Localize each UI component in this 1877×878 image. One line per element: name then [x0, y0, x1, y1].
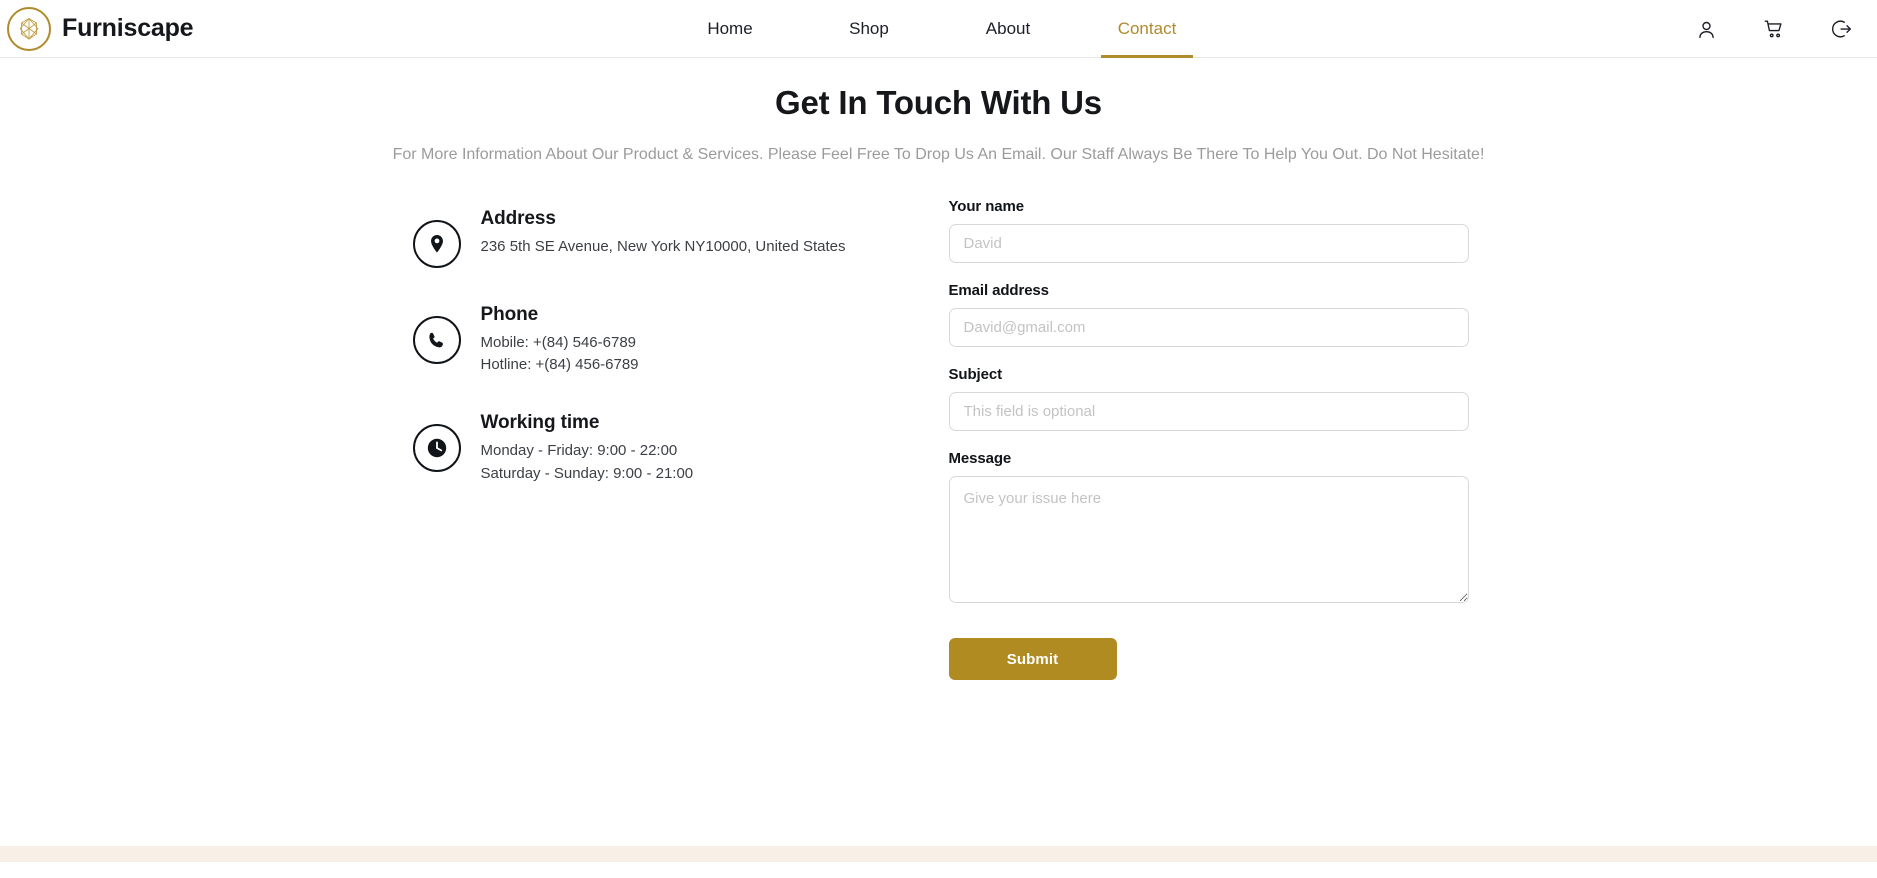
gem-polyhedron-logo-icon	[7, 6, 51, 51]
account-icon[interactable]	[1693, 16, 1719, 42]
footer-strip	[0, 846, 1877, 862]
label-your-name: Your name	[948, 198, 1025, 215]
label-message: Message	[948, 450, 1012, 467]
site-header: Furniscape Home Shop About Contact	[0, 0, 1877, 58]
field-subject: Subject	[948, 366, 1469, 431]
contact-info-text: Address 236 5th SE Avenue, New York NY10…	[481, 208, 846, 258]
field-email-address: Email address	[948, 282, 1469, 347]
message-textarea[interactable]	[948, 476, 1469, 603]
info-line-address-1: 236 5th SE Avenue, New York NY10000, Uni…	[480, 238, 846, 255]
info-line-phone-1: Mobile: +(84) 546-6789	[480, 334, 637, 351]
nav-item-home[interactable]: Home	[661, 0, 800, 58]
subject-input[interactable]	[948, 392, 1469, 431]
brand-logo-link[interactable]: Furniscape	[0, 6, 194, 51]
label-email-address: Email address	[948, 282, 1050, 299]
contact-page: Get In Touch With Us For More Informatio…	[0, 58, 1877, 862]
email-address-input[interactable]	[948, 308, 1469, 347]
contact-content: Address 236 5th SE Avenue, New York NY10…	[0, 164, 1877, 680]
field-message: Message	[948, 450, 1469, 608]
info-line-phone-2: Hotline: +(84) 456-6789	[480, 356, 639, 374]
page-title: Get In Touch With Us	[775, 84, 1102, 121]
page-subtitle: For More Information About Our Product &…	[392, 146, 1485, 163]
submit-button[interactable]: Submit	[948, 638, 1117, 680]
info-title-working-time: Working time	[480, 412, 600, 434]
contact-info-column: Address 236 5th SE Avenue, New York NY10…	[409, 198, 949, 680]
clock-icon	[412, 424, 461, 473]
nav-item-shop[interactable]: Shop	[800, 0, 939, 58]
contact-form: Your name Email address Subject Message …	[948, 198, 1469, 680]
main-navigation: Home Shop About Contact	[0, 0, 1877, 58]
info-line-working-time-2: Saturday - Sunday: 9:00 - 21:00	[480, 464, 694, 482]
logout-icon[interactable]	[1829, 16, 1855, 42]
header-actions	[1693, 0, 1855, 58]
contact-info-address: Address 236 5th SE Avenue, New York NY10…	[412, 208, 949, 268]
contact-info-text: Phone Mobile: +(84) 546-6789 Hotline: +(…	[481, 304, 639, 376]
your-name-input[interactable]	[948, 224, 1469, 263]
brand-name: Furniscape	[62, 14, 194, 42]
location-pin-icon	[412, 220, 461, 268]
label-subject: Subject	[948, 366, 1003, 383]
contact-info-phone: Phone Mobile: +(84) 546-6789 Hotline: +(…	[412, 304, 949, 376]
field-your-name: Your name	[948, 198, 1469, 263]
contact-info-text: Working time Monday - Friday: 9:00 - 22:…	[481, 412, 694, 484]
info-title-phone: Phone	[480, 304, 539, 325]
info-title-address: Address	[480, 208, 556, 229]
phone-icon	[412, 316, 461, 364]
nav-item-about[interactable]: About	[939, 0, 1078, 58]
cart-icon[interactable]	[1761, 16, 1787, 42]
nav-item-contact[interactable]: Contact	[1078, 0, 1217, 58]
contact-info-working-time: Working time Monday - Friday: 9:00 - 22:…	[412, 412, 949, 484]
info-line-working-time-1: Monday - Friday: 9:00 - 22:00	[480, 442, 678, 460]
